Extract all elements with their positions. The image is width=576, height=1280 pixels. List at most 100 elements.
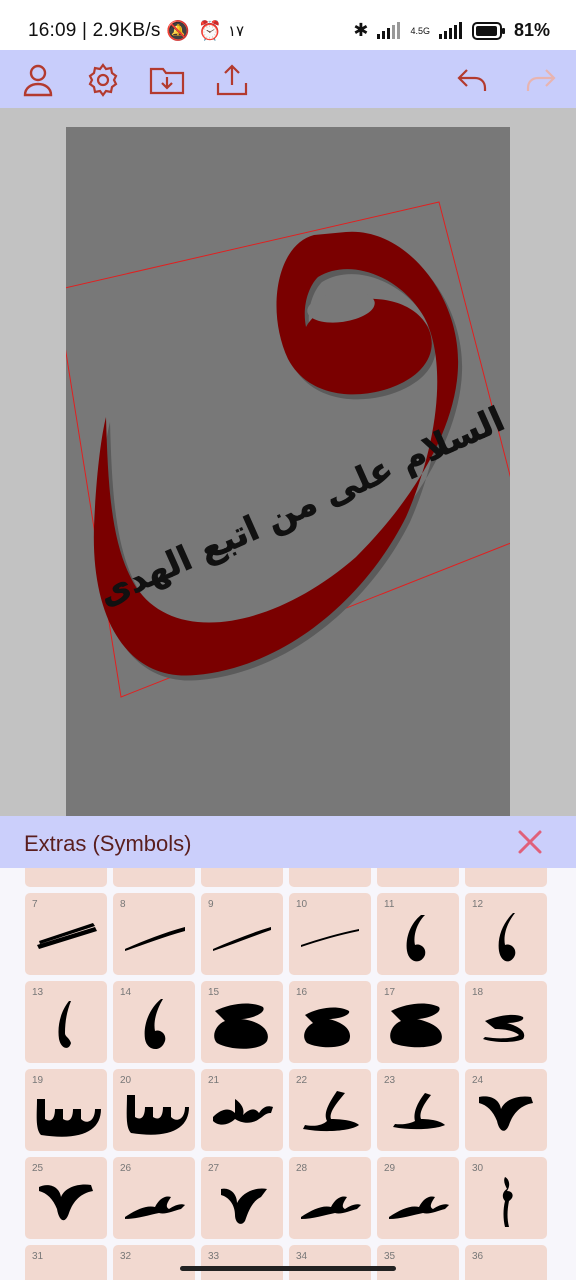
symbol-glyph-icon (39, 1184, 93, 1221)
symbol-cell-15[interactable]: 15 (201, 981, 283, 1063)
status-bar: 16:09 | 2.9KB/s 🔕 ⏰ ١٧ ✱ 4.5G 81% (0, 0, 576, 50)
symbol-glyph-icon (301, 929, 359, 947)
design-canvas[interactable]: السلام على من اتبع الهدى (66, 127, 510, 817)
symbol-cell[interactable] (377, 868, 459, 887)
import-button[interactable] (147, 60, 187, 100)
battery-icon (471, 21, 505, 40)
symbol-cell[interactable] (289, 868, 371, 887)
symbol-cell-29[interactable]: 29 (377, 1157, 459, 1239)
symbol-glyph-icon (126, 1095, 189, 1135)
symbol-cell-7[interactable]: 7 (25, 893, 107, 975)
symbol-cell-11[interactable]: 11 (377, 893, 459, 975)
symbol-cell-9[interactable]: 9 (201, 893, 283, 975)
redo-icon (526, 69, 556, 91)
symbol-cell-33[interactable]: 33 (201, 1245, 283, 1280)
symbol-cell-23[interactable]: 23 (377, 1069, 459, 1151)
mute-icon: 🔕 (166, 21, 190, 42)
profile-button[interactable] (18, 60, 58, 100)
panel-title: Extras (Symbols) (24, 831, 192, 856)
status-right: ✱ 4.5G 81% (353, 20, 550, 41)
close-icon (518, 830, 542, 854)
symbol-cell-28[interactable]: 28 (289, 1157, 371, 1239)
network-label: 4.5G (410, 25, 430, 36)
symbol-number: 32 (120, 1251, 132, 1262)
symbol-cell-8[interactable]: 8 (113, 893, 195, 975)
symbol-cell-30[interactable]: 30 (465, 1157, 547, 1239)
symbol-cell-17[interactable]: 17 (377, 981, 459, 1063)
symbol-cell-36[interactable]: 36 (465, 1245, 547, 1280)
symbol-cell[interactable] (465, 868, 547, 887)
symbol-glyph-icon (483, 1014, 525, 1042)
folder-download-icon (149, 67, 185, 95)
symbol-glyph-icon (214, 1003, 268, 1049)
user-icon (23, 64, 53, 97)
symbol-cell-26[interactable]: 26 (113, 1157, 195, 1239)
alarm-icon: ⏰ (198, 21, 222, 42)
battery-percent: 81% (513, 20, 550, 40)
symbol-glyph-icon (58, 1001, 71, 1048)
extras-panel-header: Extras (Symbols) (0, 816, 576, 868)
symbol-cell-21[interactable]: 21 (201, 1069, 283, 1151)
symbol-glyph-icon (303, 1091, 359, 1132)
undo-button[interactable] (452, 60, 492, 100)
symbol-cell-16[interactable]: 16 (289, 981, 371, 1063)
calligraphy-artwork: السلام على من اتبع الهدى (66, 201, 510, 698)
symbol-glyph-icon (221, 1188, 267, 1224)
gear-icon (88, 63, 118, 97)
close-button[interactable] (516, 828, 544, 856)
symbol-cell-24[interactable]: 24 (465, 1069, 547, 1151)
symbol-cell-12[interactable]: 12 (465, 893, 547, 975)
symbol-cell-25[interactable]: 25 (25, 1157, 107, 1239)
symbol-cell-20[interactable]: 20 (113, 1069, 195, 1151)
symbol-cell-31[interactable]: 31 (25, 1245, 107, 1280)
symbol-glyph-icon (213, 1099, 273, 1125)
status-time: 16:09 | 2.9KB/s (28, 20, 161, 41)
symbol-glyph-icon (301, 1196, 361, 1219)
gesture-nav-bar[interactable] (180, 1266, 396, 1271)
symbol-cell-27[interactable]: 27 (201, 1157, 283, 1239)
symbol-glyph-icon (406, 915, 426, 962)
symbol-cell-19[interactable]: 19 (25, 1069, 107, 1151)
arabic-calligraphy-text: السلام على من اتبع الهدى (93, 399, 510, 614)
symbol-glyph-icon (390, 1003, 442, 1048)
symbol-number: 35 (384, 1251, 396, 1262)
top-toolbar (0, 50, 576, 108)
symbol-glyph-icon (479, 1096, 533, 1131)
symbol-cell-35[interactable]: 35 (377, 1245, 459, 1280)
symbol-glyph-icon (304, 1007, 351, 1048)
upload-icon (216, 64, 248, 96)
symbol-cell-32[interactable]: 32 (113, 1245, 195, 1280)
symbol-cell-18[interactable]: 18 (465, 981, 547, 1063)
symbol-number: 31 (32, 1251, 44, 1262)
symbol-cell-22[interactable]: 22 (289, 1069, 371, 1151)
symbol-glyph-icon (393, 1093, 445, 1130)
symbol-glyph-icon (502, 1177, 513, 1227)
symbol-glyph-icon (125, 1196, 185, 1219)
share-button[interactable] (212, 60, 252, 100)
symbol-cell[interactable] (113, 868, 195, 887)
symbol-cell[interactable] (201, 868, 283, 887)
symbol-cell-14[interactable]: 14 (113, 981, 195, 1063)
symbol-number: 33 (208, 1251, 220, 1262)
redo-button[interactable] (521, 60, 561, 100)
symbol-glyph-icon (37, 923, 97, 949)
symbol-glyph-icon (125, 927, 185, 951)
signal-icon (377, 21, 401, 39)
symbol-number: 34 (296, 1251, 308, 1262)
bluetooth-icon: ✱ (353, 20, 369, 40)
symbol-glyph-icon (213, 927, 271, 951)
undo-icon (457, 69, 487, 91)
symbol-cell[interactable] (25, 868, 107, 887)
symbols-grid[interactable]: 7 8 9 10 11 12 13 14 15 16 17 18 19 20 21 22 23 24 25 26 27 2… (0, 868, 576, 1280)
symbol-cell-34[interactable]: 34 (289, 1245, 371, 1280)
settings-button[interactable] (83, 60, 123, 100)
symbol-cell-10[interactable]: 10 (289, 893, 371, 975)
symbol-glyph-icon (36, 1099, 101, 1137)
signal-icon-2 (438, 21, 462, 39)
symbol-glyph-icon (389, 1196, 449, 1219)
extra-indicator: ١٧ (228, 23, 245, 40)
symbol-number: 36 (472, 1251, 484, 1262)
symbol-cell-13[interactable]: 13 (25, 981, 107, 1063)
workspace: السلام على من اتبع الهدى (0, 108, 576, 817)
symbol-glyph-icon (498, 913, 516, 962)
